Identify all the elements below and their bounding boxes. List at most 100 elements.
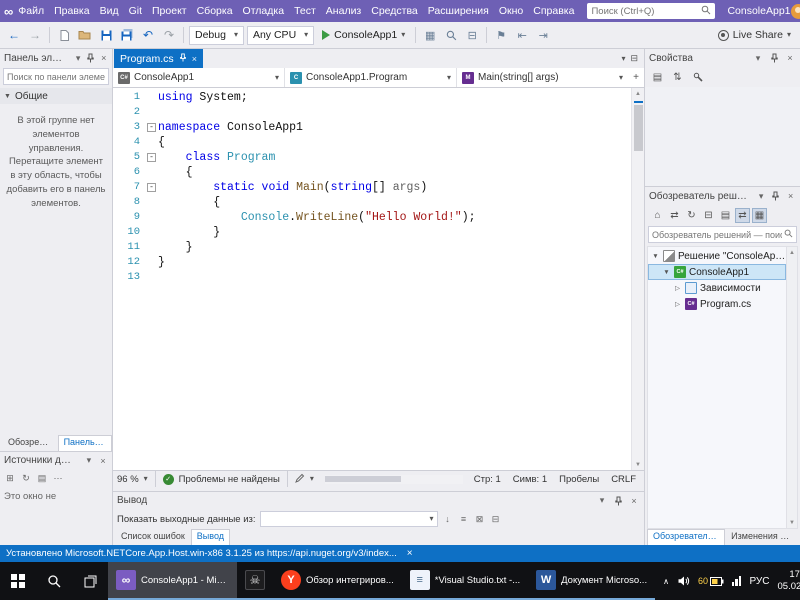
more-icon[interactable]: ⋯ <box>52 473 64 484</box>
menu-item[interactable]: Проект <box>147 5 192 17</box>
tree-item[interactable]: ▷ Зависимости <box>648 280 786 296</box>
taskbar-app[interactable]: W Документ Microso... <box>528 562 656 600</box>
start-button[interactable] <box>0 562 36 600</box>
code-line[interactable]: 10 } <box>113 225 631 240</box>
chevron-down-icon[interactable]: ▾ <box>596 495 608 506</box>
collapse-all-icon[interactable]: ⊟ <box>701 208 716 223</box>
close-tab-icon[interactable]: × <box>192 54 197 64</box>
solution-configuration-dropdown[interactable]: Debug ▾ <box>189 25 244 45</box>
menu-item[interactable]: Файл <box>13 5 49 17</box>
status-eol[interactable]: CRLF <box>611 474 636 485</box>
toolbox-search-input[interactable] <box>7 71 105 82</box>
menu-item[interactable]: Правка <box>49 5 94 17</box>
menu-item[interactable]: Анализ <box>321 5 366 17</box>
tray-expand-icon[interactable]: ∧ <box>663 577 669 586</box>
indent-icon[interactable]: ⇥ <box>534 26 552 44</box>
code-line[interactable]: 12} <box>113 255 631 270</box>
chevron-down-icon[interactable]: ▾ <box>84 455 94 466</box>
close-icon[interactable]: × <box>628 496 640 506</box>
chevron-down-icon[interactable]: ▾ <box>756 191 767 202</box>
dock-tab[interactable]: Панель эле... <box>57 435 112 451</box>
taskbar-app[interactable]: ☠ <box>237 562 273 600</box>
sync-active-document-icon[interactable]: ⇄ <box>735 207 750 223</box>
solution-explorer-header[interactable]: Обозреватель решений ▾ × <box>645 187 800 205</box>
refresh-icon[interactable]: ↻ <box>20 473 32 484</box>
type-dropdown[interactable]: C ConsoleApp1.Program ▾ <box>285 68 457 87</box>
menu-item[interactable]: Окно <box>494 5 528 17</box>
solution-tree[interactable]: ▼ Решение "ConsoleApp1" (проекты: 1 из 1)… <box>648 247 786 528</box>
dock-tab[interactable]: Изменения Git — п... <box>725 529 800 545</box>
task-view-button[interactable] <box>72 562 108 600</box>
attach-process-icon[interactable]: ▦ <box>421 26 439 44</box>
fold-toggle-icon[interactable]: - <box>147 183 156 192</box>
save-icon[interactable] <box>97 26 115 44</box>
properties-icon[interactable]: ▦ <box>752 207 767 223</box>
edit-indicator-icon[interactable] <box>294 473 305 486</box>
taskbar-app[interactable]: ∞ ConsoleApp1 - Mic... <box>108 562 237 600</box>
pin-icon[interactable] <box>768 53 780 63</box>
code-line[interactable]: 13 <box>113 270 631 285</box>
expanded-arrow-icon[interactable]: ▼ <box>662 269 671 276</box>
code-line[interactable]: 3- namespace ConsoleApp1 <box>113 120 631 135</box>
dock-tab[interactable]: Список ошибок <box>115 529 191 545</box>
chevron-down-icon[interactable]: ▾ <box>74 53 83 64</box>
quick-search-box[interactable] <box>587 3 716 19</box>
chevron-down-icon[interactable]: ▾ <box>752 53 764 64</box>
fold-toggle-icon[interactable]: - <box>147 123 156 132</box>
horizontal-scrollbar[interactable] <box>324 474 463 484</box>
add-data-source-icon[interactable]: ⊞ <box>4 473 16 484</box>
split-editor-icon[interactable]: + <box>628 68 644 87</box>
code-line[interactable]: 1 using System; <box>113 90 631 105</box>
member-dropdown[interactable]: M Main(string[] args) ▾ <box>457 68 628 87</box>
clear-output-icon[interactable]: ⊠ <box>474 514 486 525</box>
status-spaces[interactable]: Пробелы <box>559 474 599 485</box>
code-editor[interactable]: 1 using System; 2 3- namespace ConsoleApp1 4{… <box>113 88 644 470</box>
start-debugging-button[interactable]: ConsoleApp1 ▾ <box>317 25 410 45</box>
language-indicator[interactable]: РУС <box>749 576 769 587</box>
scroll-up-icon[interactable]: ▲ <box>635 88 641 99</box>
scrollbar-thumb[interactable] <box>324 476 401 482</box>
toolbox-section-general[interactable]: ▼ Общие <box>0 88 112 104</box>
close-icon[interactable]: × <box>98 456 108 466</box>
document-tab[interactable]: Program.cs × <box>114 49 203 68</box>
network-icon[interactable] <box>731 576 742 586</box>
taskbar-search-button[interactable] <box>36 562 72 600</box>
code-line[interactable]: 4{ <box>113 135 631 150</box>
menu-item[interactable]: Вид <box>95 5 124 17</box>
menu-item[interactable]: Git <box>124 5 147 17</box>
save-all-icon[interactable] <box>118 26 136 44</box>
project-dropdown[interactable]: C# ConsoleApp1 ▾ <box>113 68 285 87</box>
pin-icon[interactable] <box>86 53 95 63</box>
clock[interactable]: 17:31 05.02.2023 <box>778 569 800 594</box>
show-all-files-icon[interactable]: ▤ <box>718 208 733 223</box>
code-line[interactable]: 8 { <box>113 195 631 210</box>
output-source-dropdown[interactable]: ▾ <box>259 511 438 527</box>
menu-item[interactable]: Сборка <box>192 5 238 17</box>
categorized-icon[interactable]: ▤ <box>650 70 665 85</box>
collapsed-arrow-icon[interactable]: ▷ <box>673 284 682 292</box>
quick-search-input[interactable] <box>591 5 699 17</box>
switch-views-icon[interactable]: ⇄ <box>667 208 682 223</box>
toolbox-header[interactable]: Панель элементов ▾ × <box>0 49 112 67</box>
live-share-button[interactable]: Live Share ▾ <box>717 29 795 41</box>
property-pages-icon[interactable] <box>690 70 705 85</box>
code-line[interactable]: 11 } <box>113 240 631 255</box>
properties-header[interactable]: Свойства ▾ × <box>645 49 800 67</box>
close-notification-icon[interactable]: × <box>407 548 413 559</box>
dock-tab[interactable]: Обозреватель реше... <box>647 529 726 545</box>
menu-item[interactable]: Справка <box>528 5 579 17</box>
expanded-arrow-icon[interactable]: ▼ <box>651 253 660 260</box>
save-output-icon[interactable]: ↓ <box>442 514 454 524</box>
tree-item[interactable]: ▼ Решение "ConsoleApp1" (проекты: 1 из 1) <box>648 248 786 264</box>
menu-item[interactable]: Отладка <box>238 5 290 17</box>
toolbox-search-box[interactable] <box>3 68 109 85</box>
toggle-output-icon[interactable]: ⊟ <box>490 514 502 525</box>
close-icon[interactable]: × <box>784 53 796 63</box>
tree-item[interactable]: ▷ C# Program.cs <box>648 296 786 312</box>
collapsed-arrow-icon[interactable]: ▷ <box>673 300 682 308</box>
dock-tab[interactable]: Обозревате... <box>2 435 58 451</box>
health-indicator[interactable]: Проблемы не найдены <box>179 474 280 485</box>
code-line[interactable]: 9 Console.WriteLine("Hello World!"); <box>113 210 631 225</box>
scroll-down-icon[interactable]: ▼ <box>789 517 795 528</box>
navigate-forward-icon[interactable]: → <box>26 26 44 44</box>
